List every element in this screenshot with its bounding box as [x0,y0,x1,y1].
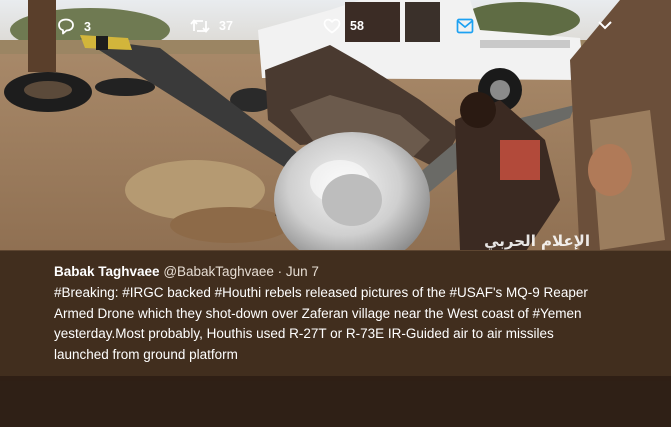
heart-icon [323,18,350,34]
tweet-date[interactable]: Jun 7 [286,264,319,279]
reply-icon [57,18,84,35]
like-button[interactable]: 58 [323,18,364,34]
tweet-body: Babak Taghvaee @BabakTaghvaee · Jun 7 #B… [54,263,654,365]
retweet-icon [190,18,219,34]
retweet-count: 37 [219,19,233,33]
reply-count: 3 [84,19,91,34]
more-options-button[interactable] [597,18,622,32]
retweet-button[interactable]: 37 [190,18,233,34]
author-handle[interactable]: @BabakTaghvaee [163,264,274,279]
chevron-down-icon [597,18,622,32]
author-name[interactable]: Babak Taghvaee [54,264,160,279]
direct-message-button[interactable] [456,18,483,34]
photo-watermark: الإعلام الحربي [484,232,590,250]
tweet-action-bar [0,376,671,427]
tweet-header: Babak Taghvaee @BabakTaghvaee · Jun 7 [54,263,654,281]
header-separator: · [277,264,283,279]
like-count: 58 [350,19,364,33]
tweet-text: #Breaking: #IRGC backed #Houthi rebels r… [54,285,588,362]
envelope-icon [456,18,483,34]
reply-button[interactable]: 3 [57,18,91,35]
